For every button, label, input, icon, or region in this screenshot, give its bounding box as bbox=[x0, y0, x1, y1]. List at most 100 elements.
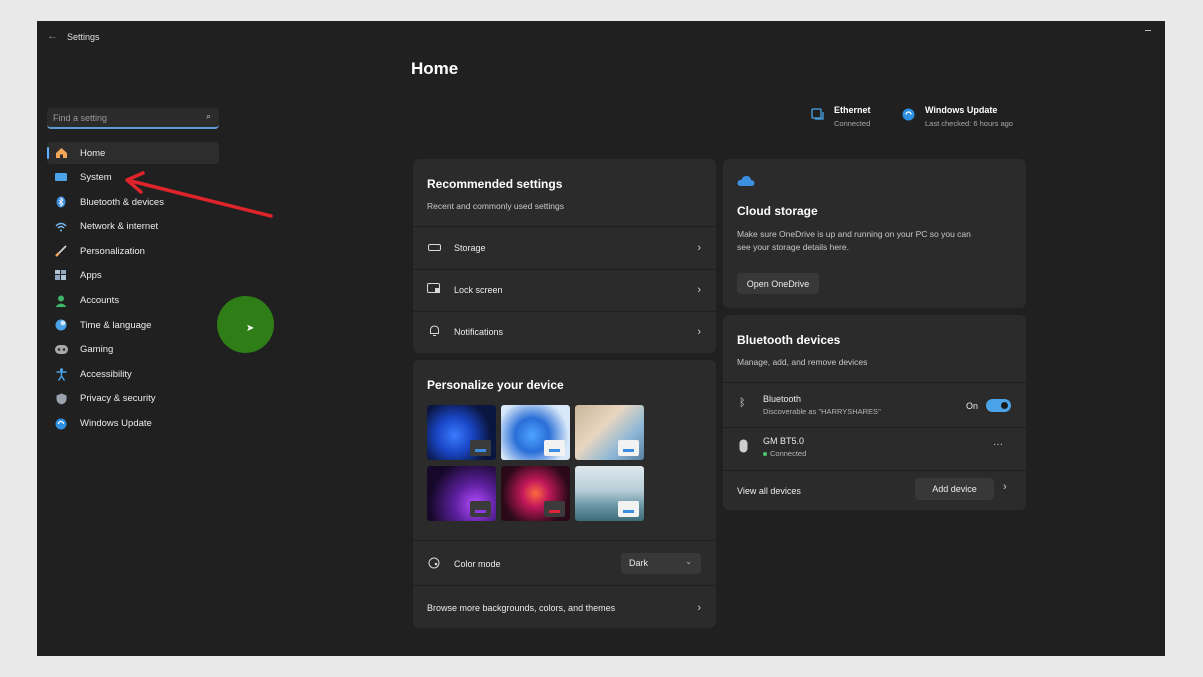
divider bbox=[413, 540, 716, 541]
device-name: GM BT5.0 bbox=[763, 436, 805, 446]
search-input[interactable] bbox=[53, 111, 193, 125]
color-mode-dropdown[interactable]: Dark ⌄ bbox=[621, 553, 701, 574]
bluetooth-card-title: Bluetooth devices bbox=[737, 333, 841, 347]
bluetooth-icon bbox=[54, 195, 68, 209]
ethernet-icon bbox=[811, 108, 824, 120]
mouse-cursor-icon: ➤ bbox=[246, 323, 255, 334]
home-icon bbox=[54, 146, 68, 160]
sidebar-item-apps[interactable]: Apps bbox=[47, 265, 219, 287]
theme-preview-window bbox=[470, 501, 491, 517]
sidebar-item-label: Personalization bbox=[80, 245, 145, 257]
wifi-icon bbox=[54, 220, 68, 234]
globe-icon bbox=[54, 318, 68, 332]
bluetooth-sub: Discoverable as "HARRYSHARES" bbox=[763, 407, 881, 416]
chevron-right-icon: › bbox=[697, 242, 701, 254]
divider bbox=[723, 427, 1026, 428]
brush-icon bbox=[54, 244, 68, 258]
browse-themes-label: Browse more backgrounds, colors, and the… bbox=[427, 603, 616, 613]
divider bbox=[413, 226, 716, 227]
sidebar-item-label: Accounts bbox=[80, 295, 120, 307]
open-onedrive-button[interactable]: Open OneDrive bbox=[737, 273, 819, 294]
minimize-icon[interactable] bbox=[1145, 30, 1151, 31]
bluetooth-devices-card: Bluetooth devices Manage, add, and remov… bbox=[723, 315, 1026, 510]
theme-preview-window bbox=[618, 440, 639, 456]
sidebar-item-label: System bbox=[80, 172, 112, 184]
theme-thumbnail[interactable] bbox=[575, 405, 644, 460]
apps-icon bbox=[54, 269, 68, 283]
divider bbox=[723, 470, 1026, 471]
theme-thumbnail[interactable] bbox=[427, 466, 496, 521]
sidebar-item-accessibility[interactable]: Accessibility bbox=[47, 363, 219, 385]
sidebar-item-label: Apps bbox=[80, 270, 102, 282]
search-icon[interactable]: ⌕ bbox=[206, 111, 211, 122]
add-device-button[interactable]: Add device bbox=[915, 478, 994, 500]
cloud-desc-line1: Make sure OneDrive is up and running on … bbox=[737, 229, 971, 239]
device-status: Connected bbox=[763, 449, 806, 458]
storage-icon bbox=[427, 243, 441, 254]
bluetooth-toggle[interactable] bbox=[986, 399, 1011, 412]
update-icon bbox=[902, 108, 915, 121]
lock-screen-icon bbox=[427, 283, 441, 297]
sidebar-item-time-language[interactable]: Time & language bbox=[47, 314, 219, 336]
notifications-row[interactable]: Notifications › bbox=[413, 312, 716, 352]
more-options-icon[interactable]: ··· bbox=[993, 439, 1003, 450]
account-icon bbox=[54, 294, 68, 308]
notifications-label: Notifications bbox=[454, 327, 504, 337]
ethernet-status[interactable]: Ethernet Connected bbox=[811, 105, 871, 128]
color-mode-label: Color mode bbox=[454, 559, 501, 569]
storage-row[interactable]: Storage › bbox=[413, 228, 716, 268]
theme-preview-window bbox=[618, 501, 639, 517]
sidebar-item-label: Time & language bbox=[80, 319, 152, 331]
update-sub: Last checked: 6 hours ago bbox=[925, 119, 1013, 128]
divider bbox=[723, 382, 1026, 383]
browse-themes-row[interactable]: Browse more backgrounds, colors, and the… bbox=[413, 588, 716, 628]
theme-thumbnail[interactable] bbox=[575, 466, 644, 521]
lock-screen-label: Lock screen bbox=[454, 285, 503, 295]
divider bbox=[413, 585, 716, 586]
title-bar: ← Settings bbox=[37, 21, 1165, 53]
personalize-title: Personalize your device bbox=[427, 378, 564, 392]
recommended-subtitle: Recent and commonly used settings bbox=[427, 201, 565, 211]
sidebar-item-label: Privacy & security bbox=[80, 393, 156, 405]
bluetooth-name: Bluetooth bbox=[763, 394, 802, 404]
search-box[interactable]: ⌕ bbox=[47, 108, 219, 129]
back-arrow-icon[interactable]: ← bbox=[47, 30, 58, 42]
palette-icon bbox=[427, 557, 441, 572]
theme-thumbnail[interactable] bbox=[427, 405, 496, 460]
lock-screen-row[interactable]: Lock screen › bbox=[413, 270, 716, 310]
chevron-right-icon: › bbox=[697, 326, 701, 338]
update-icon bbox=[54, 417, 68, 431]
sidebar-item-accounts[interactable]: Accounts bbox=[47, 290, 219, 312]
sidebar-item-gaming[interactable]: Gaming bbox=[47, 339, 219, 361]
chevron-right-icon: › bbox=[697, 602, 701, 614]
theme-thumbnail[interactable] bbox=[501, 405, 570, 460]
mouse-device-icon bbox=[739, 439, 748, 453]
shield-icon bbox=[54, 392, 68, 406]
theme-preview-window bbox=[470, 440, 491, 456]
personalize-card: Personalize your device Color mode Dark … bbox=[413, 360, 716, 628]
storage-label: Storage bbox=[454, 243, 486, 253]
ethernet-sub: Connected bbox=[834, 119, 871, 128]
view-all-devices-link[interactable]: View all devices bbox=[737, 486, 801, 496]
cloud-icon bbox=[737, 176, 755, 186]
windows-update-status[interactable]: Windows Update Last checked: 6 hours ago bbox=[902, 105, 1013, 128]
red-arrow-annotation bbox=[125, 171, 273, 218]
chevron-right-icon: › bbox=[697, 284, 701, 296]
recommended-settings-card: Recommended settings Recent and commonly… bbox=[413, 159, 716, 353]
bell-icon bbox=[427, 324, 441, 340]
cloud-storage-card: Cloud storage Make sure OneDrive is up a… bbox=[723, 159, 1026, 308]
chevron-right-icon[interactable]: › bbox=[1003, 481, 1007, 493]
sidebar-item-personalization[interactable]: Personalization bbox=[47, 240, 219, 262]
sidebar-item-label: Home bbox=[80, 147, 106, 159]
page-title: Home bbox=[411, 59, 459, 78]
sidebar-item-label: Accessibility bbox=[80, 368, 132, 380]
sidebar-item-privacy[interactable]: Privacy & security bbox=[47, 388, 219, 410]
sidebar-item-windows-update[interactable]: Windows Update bbox=[47, 413, 219, 435]
recommended-title: Recommended settings bbox=[427, 177, 563, 191]
chevron-down-icon: ⌄ bbox=[685, 557, 692, 566]
color-mode-value: Dark bbox=[629, 558, 649, 568]
theme-thumbnail[interactable] bbox=[501, 466, 570, 521]
bluetooth-state: On bbox=[966, 401, 979, 411]
system-icon bbox=[54, 171, 68, 185]
sidebar-item-home[interactable]: Home bbox=[47, 142, 219, 164]
